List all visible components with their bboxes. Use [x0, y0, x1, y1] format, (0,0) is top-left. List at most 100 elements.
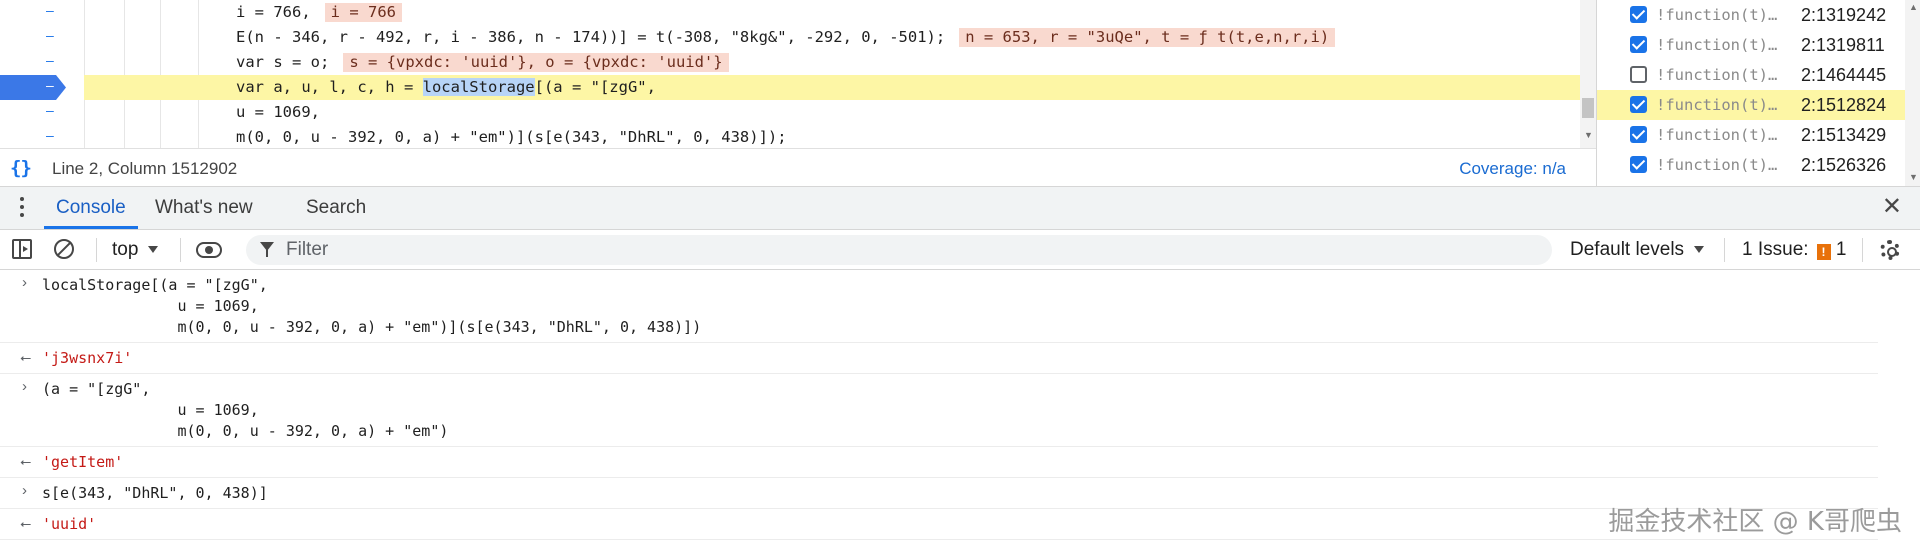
show-sidebar-icon[interactable] — [12, 239, 32, 259]
filter-input[interactable] — [286, 235, 1486, 265]
breakpoint-checkbox[interactable] — [1630, 126, 1647, 143]
inline-value-hint: i = 766 — [324, 3, 402, 22]
console-input-entry[interactable]: › localStorage[(a = "[zgG", u = 1069, m(… — [0, 270, 1878, 343]
gutter-marker[interactable]: – — [46, 102, 60, 118]
code-line[interactable]: – u = 1069, — [0, 100, 1580, 125]
source-scrollbar[interactable]: ▼ — [1580, 0, 1596, 148]
inline-value-hint: s = {vpxdc: 'uuid'}, o = {vpxdc: 'uuid'} — [343, 53, 729, 72]
input-prompt-icon: › — [22, 482, 27, 499]
breakpoint-function: !function(t)… — [1656, 126, 1778, 144]
console-result-text: 'getItem' — [42, 453, 124, 471]
tab-console[interactable]: Console — [44, 187, 138, 229]
tab-whats-new[interactable]: What's new — [143, 187, 265, 229]
console-input-text: (a = "[zgG", u = 1069, m(0, 0, u - 392, … — [42, 380, 449, 440]
code-text: E(n - 346, r - 492, r, i - 386, n - 174)… — [236, 28, 1336, 47]
breakpoint-location[interactable]: 2:1512824 — [1801, 95, 1886, 116]
paused-code-line[interactable]: – var a, u, l, c, h = localStorage[(a = … — [0, 75, 1580, 100]
source-editor[interactable]: – i = 766, i = 766 – E(n - 346, r - 492, … — [0, 0, 1596, 148]
source-status-bar: {} Line 2, Column 1512902 Coverage: n/a — [0, 148, 1596, 187]
pretty-print-icon[interactable]: {} — [10, 157, 32, 179]
breakpoint-checkbox[interactable] — [1630, 66, 1647, 83]
code-text: i = 766, i = 766 — [236, 3, 402, 22]
breakpoint-row[interactable]: !function(t)… 2:1464445 — [1597, 60, 1920, 90]
console-result-entry[interactable]: ⭠ 'getItem' — [0, 447, 1878, 478]
inline-value-hint: n = 653, r = "3uQe", t = ƒ t(t,e,n,r,i) — [959, 28, 1336, 47]
console-input-text: localStorage[(a = "[zgG", u = 1069, m(0,… — [42, 276, 702, 336]
chevron-down-icon — [1694, 246, 1705, 254]
gutter-marker[interactable]: – — [46, 127, 60, 143]
breakpoints-scrollbar[interactable]: ▲ ▼ — [1905, 0, 1920, 186]
gutter-marker[interactable]: – — [46, 52, 60, 68]
code-line[interactable]: – i = 766, i = 766 — [0, 0, 1580, 25]
breakpoint-function: !function(t)… — [1656, 66, 1778, 84]
gutter-marker[interactable]: – — [46, 2, 60, 18]
console-input-entry[interactable]: › s[e(343, "DhRL", 0, 438)] — [0, 478, 1878, 509]
code-line[interactable]: – var s = o; s = {vpxdc: 'uuid'}, o = {vp… — [0, 50, 1580, 75]
result-arrow-icon: ⭠ — [20, 349, 32, 365]
scroll-down-icon[interactable]: ▼ — [1584, 130, 1593, 140]
gutter-marker[interactable]: – — [46, 27, 60, 43]
more-menu-icon[interactable] — [20, 197, 24, 221]
context-selector[interactable]: top — [112, 230, 159, 270]
breakpoint-location[interactable]: 2:1526326 — [1801, 155, 1886, 176]
input-prompt-icon: › — [22, 378, 27, 395]
breakpoint-row[interactable]: !function(t)… 2:1319242 — [1597, 0, 1920, 30]
breakpoint-function: !function(t)… — [1656, 156, 1778, 174]
breakpoint-checkbox[interactable] — [1630, 156, 1647, 173]
cursor-position: Line 2, Column 1512902 — [52, 159, 238, 178]
console-result-text: 'uuid' — [42, 515, 97, 533]
gear-icon[interactable] — [1880, 240, 1900, 260]
breakpoint-location[interactable]: 2:1319242 — [1801, 5, 1886, 26]
breakpoint-checkbox[interactable] — [1630, 6, 1647, 23]
input-prompt-icon: › — [22, 274, 27, 291]
log-levels-dropdown[interactable]: Default levels — [1570, 230, 1705, 270]
scroll-down-icon[interactable]: ▼ — [1909, 172, 1918, 182]
breakpoint-checkbox[interactable] — [1630, 96, 1647, 113]
coverage-link[interactable]: Coverage: n/a — [1459, 159, 1566, 179]
issues-counter[interactable]: 1 Issue:! 1 — [1742, 230, 1846, 270]
breakpoint-location[interactable]: 2:1319811 — [1801, 35, 1885, 56]
issues-label: 1 Issue: — [1742, 239, 1809, 260]
context-label: top — [112, 239, 139, 260]
chevron-down-icon — [148, 246, 159, 254]
breakpoint-location[interactable]: 2:1513429 — [1801, 125, 1886, 146]
console-result-entry[interactable]: ⭠ 'uuid' — [0, 509, 1878, 540]
code-text: m(0, 0, u - 392, 0, a) + "em")](s[e(343,… — [236, 128, 787, 146]
code-text: u = 1069, — [236, 103, 320, 121]
breakpoint-function: !function(t)… — [1656, 6, 1778, 24]
scrollbar-thumb[interactable] — [1582, 98, 1594, 118]
log-levels-label: Default levels — [1570, 239, 1685, 260]
breakpoint-row[interactable]: !function(t)… 2:1526326 — [1597, 150, 1920, 180]
breakpoint-marker[interactable]: – — [0, 75, 66, 100]
divider — [1724, 238, 1725, 262]
clear-console-icon[interactable] — [54, 239, 74, 259]
console-result-entry[interactable]: ⭠ 'j3wsnx7i' — [0, 343, 1878, 374]
scroll-up-icon[interactable]: ▲ — [1909, 2, 1918, 12]
console-result-text: 'j3wsnx7i' — [42, 349, 133, 367]
close-drawer-icon[interactable]: ✕ — [1882, 195, 1902, 219]
breakpoint-function: !function(t)… — [1656, 96, 1778, 114]
divider — [1862, 238, 1863, 262]
live-expression-eye-icon[interactable] — [196, 242, 222, 258]
selected-token[interactable]: localStorage — [422, 78, 535, 96]
code-line[interactable]: – E(n - 346, r - 492, r, i - 386, n - 17… — [0, 25, 1580, 50]
console-toolbar: top Default levels 1 Issue:! 1 — [0, 230, 1920, 270]
issue-flag-icon: ! — [1816, 244, 1831, 260]
code-line[interactable]: – m(0, 0, u - 392, 0, a) + "em")](s[e(34… — [0, 125, 1580, 148]
code-text: var a, u, l, c, h = localStorage[(a = "[… — [236, 78, 656, 96]
filter-box[interactable] — [246, 235, 1552, 265]
divider — [180, 238, 181, 262]
breakpoint-location[interactable]: 2:1464445 — [1801, 65, 1886, 86]
code-text: var s = o; s = {vpxdc: 'uuid'}, o = {vpxd… — [236, 53, 729, 72]
result-arrow-icon: ⭠ — [20, 453, 32, 469]
breakpoint-row[interactable]: !function(t)… 2:1513429 — [1597, 120, 1920, 150]
tab-search[interactable]: Search — [294, 187, 378, 229]
breakpoint-checkbox[interactable] — [1630, 36, 1647, 53]
filter-icon — [260, 242, 274, 257]
divider — [96, 238, 97, 262]
breakpoints-pane: !function(t)… 2:1319242 !function(t)… 2:… — [1596, 0, 1920, 186]
breakpoint-row[interactable]: !function(t)… 2:1319811 — [1597, 30, 1920, 60]
drawer-tab-bar: Console What's new Search ✕ — [0, 186, 1920, 230]
console-input-entry[interactable]: › (a = "[zgG", u = 1069, m(0, 0, u - 392… — [0, 374, 1878, 447]
breakpoint-row-active[interactable]: !function(t)… 2:1512824 — [1597, 90, 1920, 120]
